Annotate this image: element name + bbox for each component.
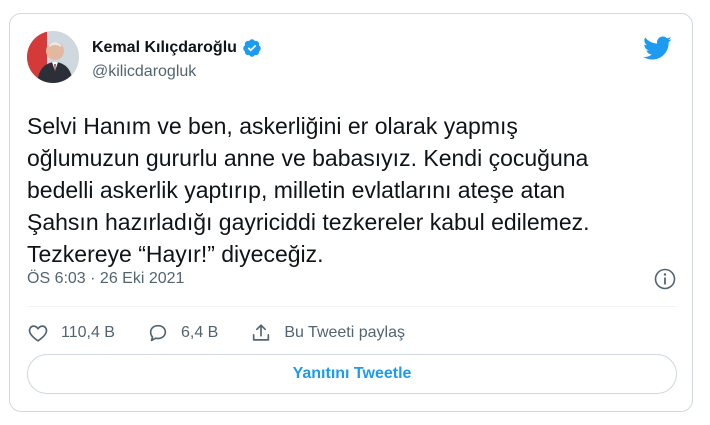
author-name-row: Kemal Kılıçdaroğlu	[92, 38, 262, 58]
tweet-timestamp[interactable]: ÖS 6:03 · 26 Eki 2021	[27, 270, 184, 288]
share-label: Bu Tweeti paylaş	[284, 324, 405, 341]
verified-badge-icon	[243, 39, 261, 57]
tweet-text: Selvi Hanım ve ben, askerliğini er olara…	[27, 113, 590, 267]
share-icon	[253, 324, 270, 341]
like-button[interactable]: 110,4 B	[27, 322, 115, 344]
author-handle[interactable]: @kilicdarogluk	[92, 63, 196, 81]
author-name[interactable]: Kemal Kılıçdaroğlu	[92, 39, 237, 57]
tweet-meta: ÖS 6:03 · 26 Eki 2021	[27, 268, 677, 290]
heart-icon	[28, 325, 48, 342]
twitter-bird-icon[interactable]	[642, 33, 672, 63]
divider	[27, 306, 677, 307]
info-icon[interactable]	[653, 267, 677, 291]
avatar[interactable]	[27, 31, 79, 83]
like-count: 110,4 B	[61, 324, 115, 341]
reply-count: 6,4 B	[180, 324, 219, 341]
tweet-card: Kemal Kılıçdaroğlu @kilicdarogluk Selvi …	[9, 13, 693, 412]
tweet-actions: 110,4 B 6,4 B Bu Tweeti paylaş	[27, 318, 437, 348]
share-button[interactable]: Bu Tweeti paylaş	[250, 322, 405, 344]
reply-count-button[interactable]: 6,4 B	[147, 322, 218, 344]
reply-tweet-button[interactable]: Yanıtını Tweetle	[27, 354, 677, 394]
reply-bubble-icon	[149, 324, 167, 342]
